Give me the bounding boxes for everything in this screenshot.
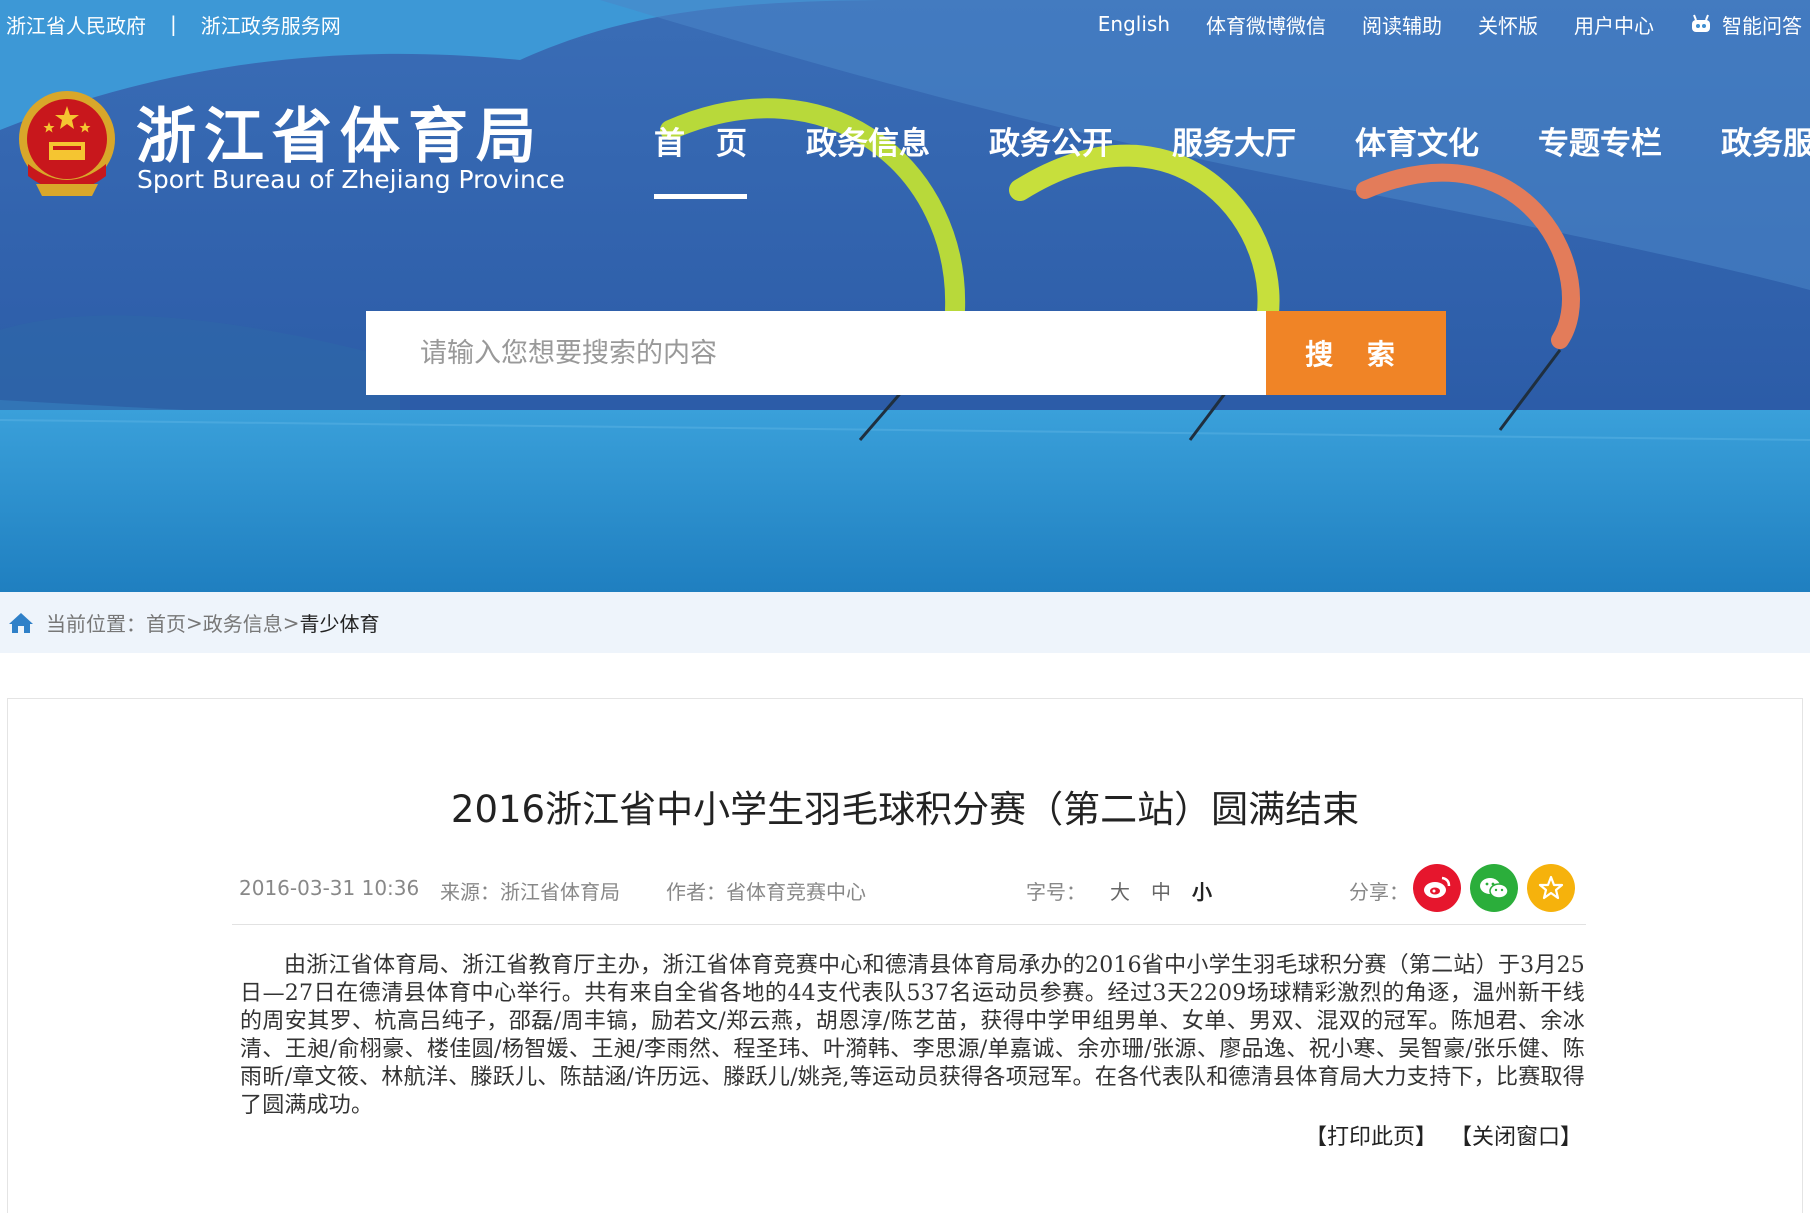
article-body: 由浙江省体育局、浙江省教育厅主办，浙江省体育竞赛中心和德清县体育局承办的2016… <box>240 953 1585 1118</box>
breadcrumb-youth-sports[interactable]: 青少体育 <box>300 608 380 637</box>
robot-icon <box>1692 14 1710 32</box>
meta-divider <box>232 924 1586 925</box>
national-emblem-icon <box>19 91 115 196</box>
star-icon <box>1538 875 1564 900</box>
search-button[interactable]: 搜 索 <box>1266 311 1446 395</box>
search-box: 搜 索 <box>366 311 1446 395</box>
nav-gov-info[interactable]: 政务信息 <box>806 118 930 163</box>
font-size-label: 字号： <box>1026 880 1086 904</box>
breadcrumb-separator: > <box>282 610 300 635</box>
search-input[interactable] <box>366 311 1266 395</box>
close-window-link[interactable]: 【关闭窗口】 <box>1450 1125 1582 1150</box>
top-links: 浙江省人民政府 | 浙江政务服务网 <box>0 0 341 48</box>
site-logo-en: Sport Bureau of Zhejiang Province <box>137 165 565 194</box>
article-date: 2016-03-31 10:36 <box>239 876 420 900</box>
article-meta: 2016-03-31 10:36 来源：浙江省体育局 作者：省体育竞赛中心 字号… <box>232 864 1586 912</box>
main-nav: 首 页 政务信息 政务公开 服务大厅 体育文化 专题专栏 政务服务 <box>654 118 1810 199</box>
article-panel: 2016浙江省中小学生羽毛球积分赛（第二站）圆满结束 2016-03-31 10… <box>7 698 1803 1213</box>
link-zj-gov[interactable]: 浙江省人民政府 <box>6 10 146 39</box>
link-reading-aid[interactable]: 阅读辅助 <box>1362 10 1442 39</box>
wechat-icon <box>1480 878 1509 899</box>
favorite-share-icon[interactable] <box>1527 864 1575 912</box>
nav-service-hall[interactable]: 服务大厅 <box>1172 118 1296 163</box>
nav-gov-services[interactable]: 政务服务 <box>1721 118 1810 163</box>
nav-gov-open[interactable]: 政务公开 <box>989 118 1113 163</box>
article-source: 来源：浙江省体育局 <box>440 880 620 904</box>
link-zj-service[interactable]: 浙江政务服务网 <box>201 10 341 39</box>
link-user-center[interactable]: 用户中心 <box>1574 10 1654 39</box>
breadcrumb-separator: > <box>186 610 203 635</box>
font-size-medium[interactable]: 中 <box>1151 876 1171 905</box>
utility-links: English 体育微博微信 阅读辅助 关怀版 用户中心 智能问答 <box>1062 0 1802 48</box>
header-banner: 浙江省人民政府 | 浙江政务服务网 English 体育微博微信 阅读辅助 关怀… <box>0 0 1810 592</box>
breadcrumb: 当前位置： 首页 > 政务信息 > 青少体育 <box>0 592 1810 653</box>
nav-special-topics[interactable]: 专题专栏 <box>1538 118 1662 163</box>
top-links-separator: | <box>170 12 177 36</box>
font-size-small[interactable]: 小 <box>1192 876 1212 905</box>
link-smart-qa[interactable]: 智能问答 <box>1690 10 1802 39</box>
article-title: 2016浙江省中小学生羽毛球积分赛（第二站）圆满结束 <box>450 788 1360 831</box>
nav-sports-culture[interactable]: 体育文化 <box>1355 118 1479 163</box>
breadcrumb-home[interactable]: 首页 <box>146 608 186 637</box>
breadcrumb-gov-info[interactable]: 政务信息 <box>203 608 283 637</box>
link-weibo-wechat[interactable]: 体育微博微信 <box>1206 10 1326 39</box>
wechat-share-icon[interactable] <box>1470 864 1518 912</box>
smart-qa-label: 智能问答 <box>1722 13 1802 38</box>
print-page-link[interactable]: 【打印此页】 <box>1305 1125 1437 1150</box>
share-label: 分享： <box>1349 880 1409 904</box>
font-size-large[interactable]: 大 <box>1110 876 1130 905</box>
link-english[interactable]: English <box>1098 12 1170 36</box>
nav-home[interactable]: 首 页 <box>654 118 747 199</box>
article-actions: 【打印此页】 【关闭窗口】 <box>1299 1119 1582 1151</box>
breadcrumb-prefix: 当前位置： <box>46 612 146 636</box>
site-logo-cn: 浙江省体育局 <box>136 102 544 172</box>
article-author: 作者：省体育竞赛中心 <box>666 880 866 904</box>
link-care-version[interactable]: 关怀版 <box>1478 10 1538 39</box>
weibo-icon <box>1424 876 1451 898</box>
weibo-share-icon[interactable] <box>1413 864 1461 912</box>
home-icon <box>9 612 33 633</box>
